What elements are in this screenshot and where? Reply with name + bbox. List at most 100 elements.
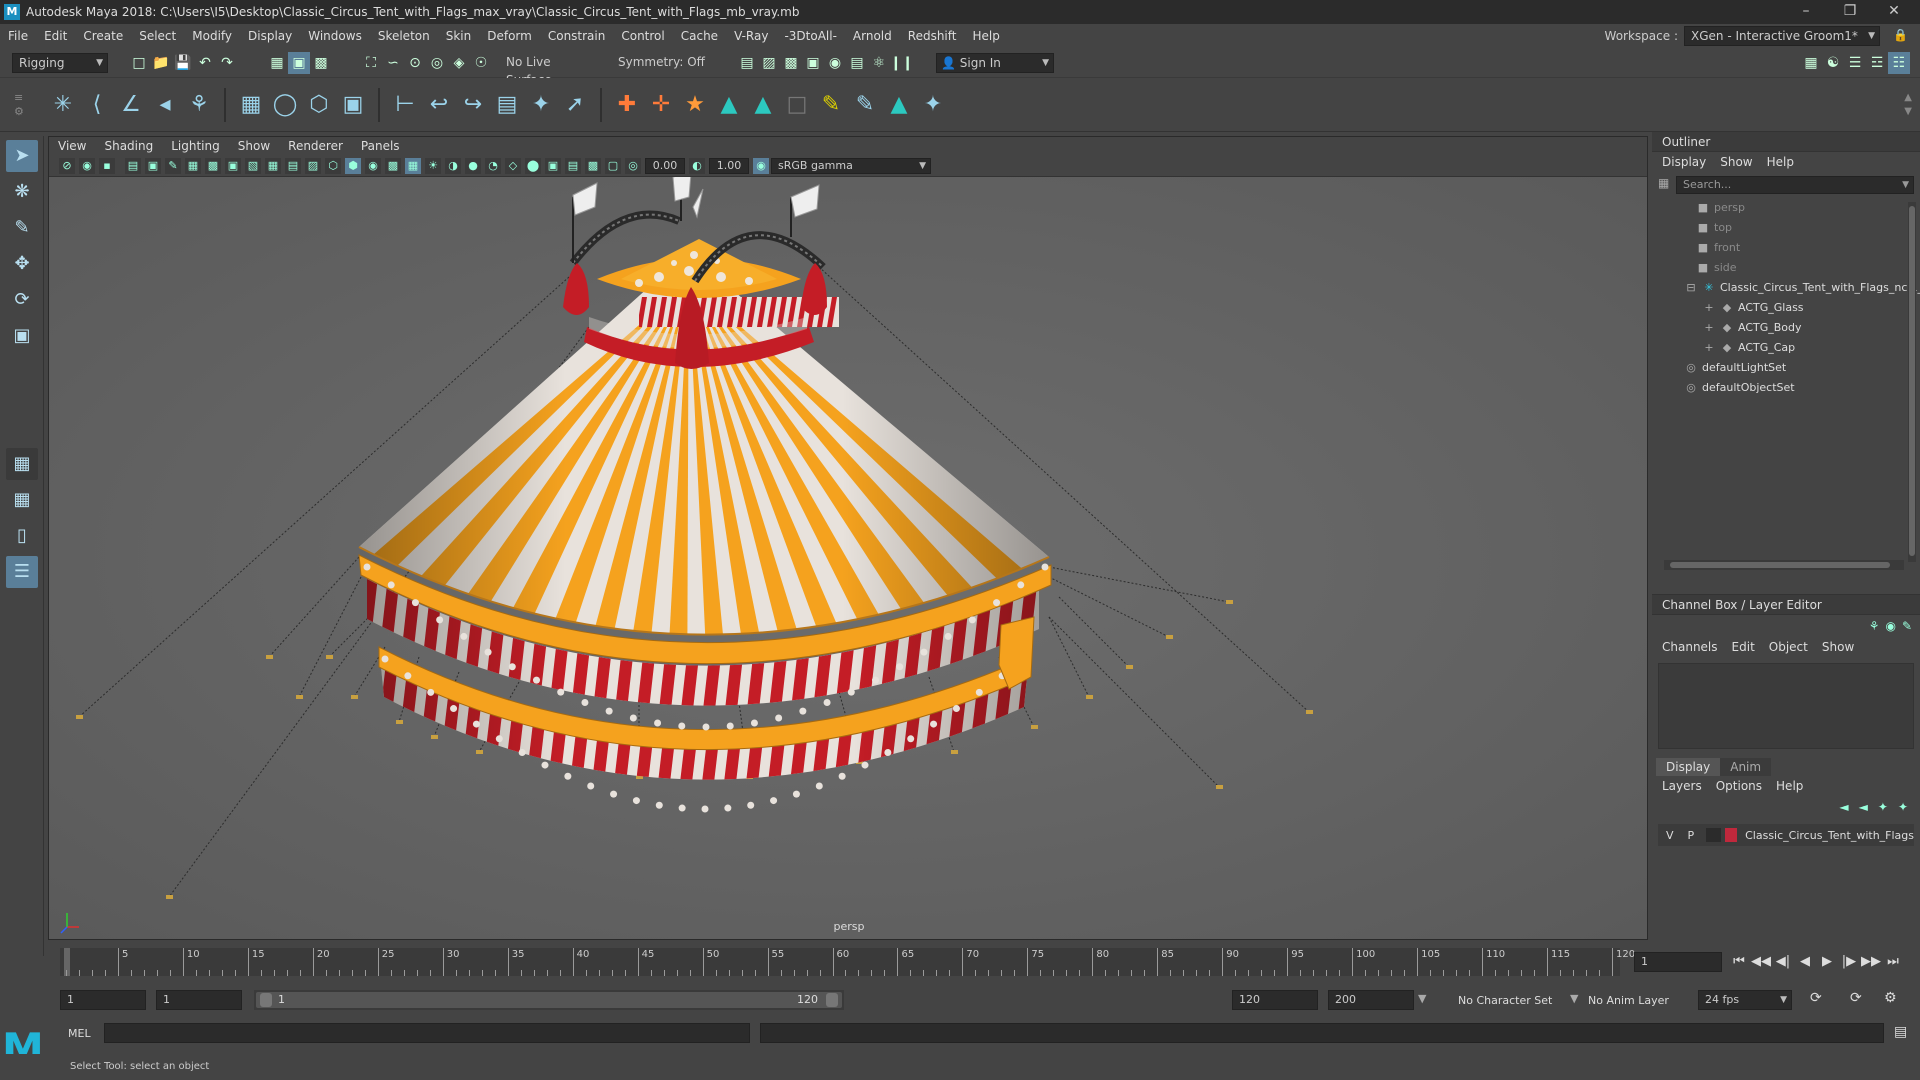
textured-icon[interactable]: ▩ [385, 157, 401, 174]
menu-help[interactable]: Help [964, 24, 1007, 48]
tab-anim[interactable]: Anim [1720, 758, 1772, 776]
menu-skeleton[interactable]: Skeleton [370, 24, 438, 48]
safe-title-icon[interactable]: ▨ [305, 157, 321, 174]
outliner-menu-display[interactable]: Display [1662, 152, 1706, 172]
minimize-icon[interactable]: – [1786, 0, 1826, 24]
outliner-item[interactable]: + ◆ ACTG_Body [1676, 318, 1920, 338]
menu-select[interactable]: Select [131, 24, 184, 48]
use-all-lights-icon[interactable]: ☀ [425, 157, 441, 174]
select-camera-icon[interactable]: ⊘ [59, 157, 75, 174]
menu-cache[interactable]: Cache [673, 24, 726, 48]
snap-live-icon[interactable]: ☉ [470, 52, 492, 74]
anim-layer-label[interactable]: No Anim Layer [1588, 994, 1669, 1007]
save-scene-icon[interactable]: 💾 [172, 52, 194, 74]
viewport-menu-renderer[interactable]: Renderer [279, 137, 352, 155]
channel-box-toggle-icon[interactable]: ⚘ [1869, 619, 1880, 633]
rivet-icon[interactable]: ✛ [646, 88, 676, 122]
go-to-end-icon[interactable]: ⏭ [1882, 952, 1904, 972]
film-gate-icon[interactable]: ▩ [205, 157, 221, 174]
wrap-icon[interactable]: ⬡ [304, 88, 334, 122]
layer-visibility-toggle[interactable]: V [1666, 829, 1674, 842]
outliner-item[interactable]: ■ side [1676, 258, 1920, 278]
outliner-item[interactable]: ■ persp [1676, 198, 1920, 218]
anti-aliasing-icon[interactable]: ◇ [505, 157, 521, 174]
gate-mask-icon[interactable]: ▧ [245, 157, 261, 174]
render-settings-icon[interactable]: ▣ [802, 52, 824, 74]
go-to-start-icon[interactable]: ⏮ [1728, 952, 1750, 972]
scene-view[interactable]: persp [49, 172, 1647, 939]
snap-curve-icon[interactable]: ∽ [382, 52, 404, 74]
vray-render-icon[interactable]: ▤ [846, 52, 868, 74]
four-view-layout-icon[interactable]: ▦ [6, 484, 38, 516]
outliner-item[interactable]: ■ front [1676, 238, 1920, 258]
sign-in-dropdown[interactable]: 👤 Sign In ▼ [936, 52, 1054, 73]
open-scene-icon[interactable]: 📁 [150, 52, 172, 74]
outliner-vscrollbar[interactable] [1908, 202, 1916, 562]
resolution-gate-icon[interactable]: ▣ [225, 157, 241, 174]
close-icon[interactable]: ✕ [1874, 0, 1914, 24]
render-frame-icon[interactable]: ▨ [758, 52, 780, 74]
grid-toggle-icon[interactable]: ▦ [185, 157, 201, 174]
xray-joints-icon[interactable]: ▩ [585, 157, 601, 174]
snap-grid-icon[interactable]: ⛶ [360, 52, 382, 74]
menu-create[interactable]: Create [75, 24, 131, 48]
hypershade-icon[interactable]: ◉ [824, 52, 846, 74]
pole-vector-icon[interactable]: ➚ [560, 88, 590, 122]
2d-pan-zoom-icon[interactable]: ▣ [145, 157, 161, 174]
step-forward-frame-icon[interactable]: |▶ [1838, 952, 1860, 972]
menu-deform[interactable]: Deform [479, 24, 540, 48]
move-layer-up-icon[interactable]: ◄ [1839, 800, 1848, 814]
sculpt-deformer-icon[interactable]: ✎ [850, 88, 880, 122]
menu-redshift[interactable]: Redshift [900, 24, 965, 48]
placeholder-icon[interactable]: □ [782, 88, 812, 122]
layer-row[interactable]: V P Classic_Circus_Tent_with_Flags [1658, 824, 1914, 846]
menu-modify[interactable]: Modify [184, 24, 240, 48]
exposure-field[interactable]: 0.00 [645, 157, 685, 174]
animation-end-field[interactable]: 200 [1328, 990, 1414, 1010]
skeleton-gen-icon[interactable]: ★ [680, 88, 710, 122]
channel-menu-show[interactable]: Show [1822, 637, 1854, 657]
fps-dropdown[interactable]: 24 fps ▼ [1698, 990, 1792, 1010]
joint-tool-icon[interactable]: ✳ [48, 88, 78, 122]
menu-chevron-icon[interactable]: ▼ [1418, 992, 1426, 1005]
tool-settings-toggle-icon[interactable]: ✎ [1902, 619, 1912, 633]
menu-v-ray[interactable]: V-Ray [726, 24, 776, 48]
single-perspective-layout-icon[interactable]: ▦ [6, 448, 38, 480]
shelf-options-icon[interactable]: ≡ ⚙ [14, 91, 24, 119]
outliner-menu-show[interactable]: Show [1720, 152, 1752, 172]
restore-icon[interactable]: ❐ [1830, 0, 1870, 24]
move-tool-icon[interactable]: ✥ [6, 248, 38, 280]
bookmark-icon[interactable]: ▪ [99, 157, 115, 174]
outliner-item[interactable]: ■ top [1676, 218, 1920, 238]
bind-skin-icon[interactable]: ◂ [150, 88, 180, 122]
smooth-shade-icon[interactable]: ⬢ [345, 157, 361, 174]
layer-color-swatch[interactable] [1724, 828, 1738, 842]
step-forward-key-icon[interactable]: ▶▶ [1860, 952, 1882, 972]
ambient-occlusion-icon[interactable]: ● [465, 157, 481, 174]
channel-box-icon[interactable]: ☷ [1888, 51, 1910, 74]
two-view-layout-icon[interactable]: ▯ [6, 520, 38, 552]
play-backward-icon[interactable]: ◀ [1794, 952, 1816, 972]
shelf-scroll-icon[interactable]: ▲ ▼ [1904, 91, 1912, 119]
symmetry-dropdown[interactable]: Symmetry: Off [612, 52, 712, 73]
outliner-menu-help[interactable]: Help [1767, 152, 1794, 172]
rotate-tool-icon[interactable]: ⟳ [6, 284, 38, 316]
safe-action-icon[interactable]: ▤ [285, 157, 301, 174]
exposure-icon[interactable]: ◎ [625, 157, 641, 174]
field-chart-icon[interactable]: ▦ [265, 157, 281, 174]
color-management-icon[interactable]: ◉ [753, 157, 769, 174]
select-hierarchy-icon[interactable]: ▦ [266, 52, 288, 74]
live-surface-field[interactable]: No Live Surface [500, 52, 600, 87]
motion-blur-icon[interactable]: ◔ [485, 157, 501, 174]
expand-icon[interactable]: + [1702, 318, 1716, 338]
menu-windows[interactable]: Windows [300, 24, 370, 48]
anim-layer-chevron-icon[interactable]: ▼ [1570, 992, 1578, 1005]
menu-control[interactable]: Control [613, 24, 672, 48]
scale-constraint-icon[interactable]: ▤ [492, 88, 522, 122]
new-empty-layer-icon[interactable]: ✦ [1878, 800, 1888, 814]
character-set-label[interactable]: No Character Set [1458, 994, 1552, 1007]
parent-constraint-icon[interactable]: ⊢ [390, 88, 420, 122]
snap-view-icon[interactable]: ◎ [426, 52, 448, 74]
expand-icon[interactable]: + [1702, 338, 1716, 358]
new-scene-icon[interactable]: □ [128, 52, 150, 74]
